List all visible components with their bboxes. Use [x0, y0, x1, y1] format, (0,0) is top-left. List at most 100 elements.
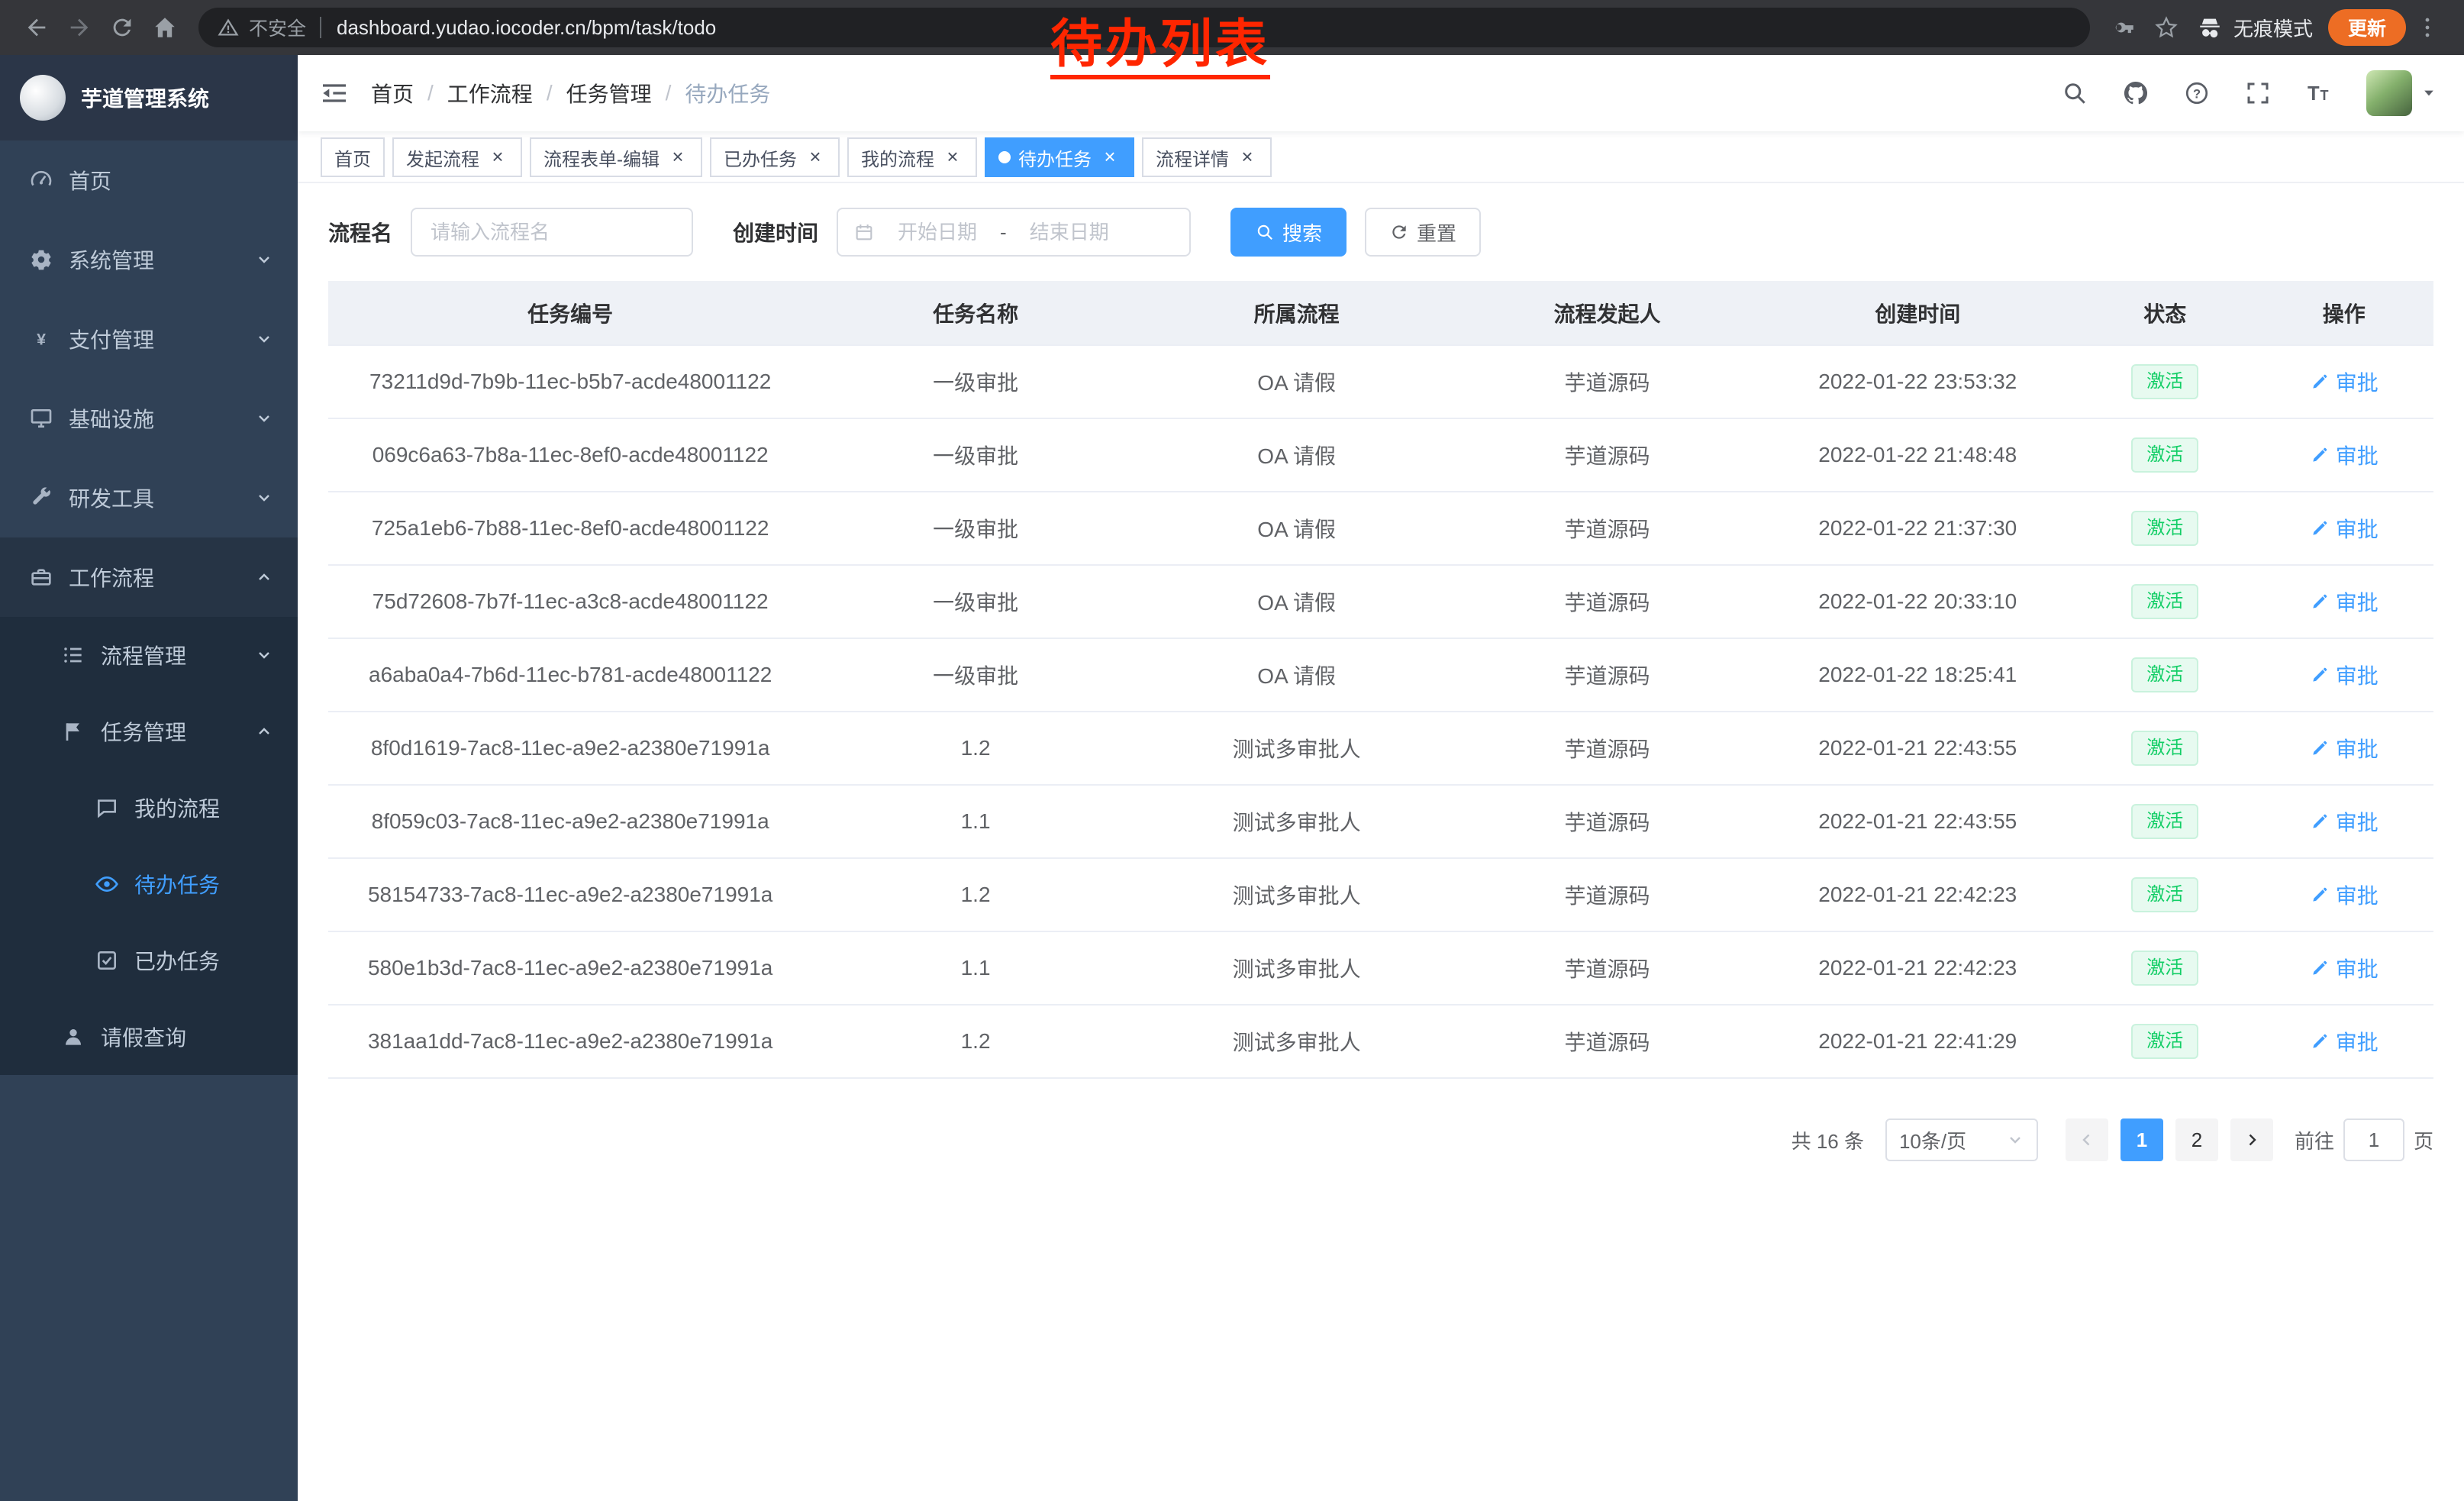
- approve-link-label: 审批: [2336, 880, 2379, 910]
- edit-icon: [2310, 445, 2330, 465]
- star-icon[interactable]: [2145, 6, 2188, 49]
- search-button-label: 搜索: [1282, 218, 1322, 247]
- tab-item[interactable]: 首页: [321, 137, 385, 177]
- sidebar-item-system[interactable]: 系统管理: [0, 220, 298, 299]
- sidebar-item-process-management[interactable]: 流程管理: [0, 617, 298, 693]
- fullscreen-icon[interactable]: [2244, 79, 2272, 107]
- approve-link-label: 审批: [2336, 660, 2379, 690]
- tab-close-icon[interactable]: ×: [667, 147, 689, 168]
- breadcrumb-separator: /: [427, 81, 434, 105]
- update-button[interactable]: 更新: [2328, 9, 2406, 46]
- approve-link[interactable]: 审批: [2310, 733, 2379, 763]
- approve-link[interactable]: 审批: [2310, 586, 2379, 617]
- font-size-icon[interactable]: TT: [2305, 79, 2333, 107]
- page-button-1[interactable]: 1: [2121, 1118, 2163, 1161]
- status-badge: 激活: [2131, 731, 2198, 766]
- approve-link[interactable]: 审批: [2310, 440, 2379, 470]
- reset-button[interactable]: 重置: [1365, 208, 1481, 257]
- approve-link[interactable]: 审批: [2310, 513, 2379, 544]
- cell-process: 测试多审批人: [1139, 1005, 1455, 1078]
- sidebar-item-devtools[interactable]: 研发工具: [0, 458, 298, 537]
- chevron-right-icon: [2243, 1131, 2261, 1149]
- sidebar-item-task-management[interactable]: 任务管理: [0, 693, 298, 770]
- table-row: a6aba0a4-7b6d-11ec-b781-acde48001122一级审批…: [328, 638, 2433, 712]
- cell-process: OA 请假: [1139, 418, 1455, 492]
- tab-item[interactable]: 我的流程×: [847, 137, 977, 177]
- approve-link[interactable]: 审批: [2310, 366, 2379, 397]
- active-tab-dot: [998, 151, 1011, 163]
- fold-sidebar-icon[interactable]: [319, 78, 350, 108]
- search-icon[interactable]: [2061, 79, 2088, 107]
- sidebar-item-label: 支付管理: [69, 324, 154, 354]
- tab-close-icon[interactable]: ×: [487, 147, 508, 168]
- search-button[interactable]: 搜索: [1230, 208, 1346, 257]
- tab-item[interactable]: 流程表单-编辑×: [530, 137, 702, 177]
- start-date-input[interactable]: [881, 221, 994, 244]
- sidebar-item-payment[interactable]: ¥支付管理: [0, 299, 298, 379]
- edit-icon: [2310, 812, 2330, 831]
- gear-icon: [29, 247, 53, 272]
- user-icon: [61, 1025, 85, 1049]
- tab-close-icon[interactable]: ×: [805, 147, 826, 168]
- process-name-input[interactable]: [411, 208, 693, 257]
- key-icon[interactable]: [2102, 6, 2145, 49]
- sidebar-item-label: 系统管理: [69, 244, 154, 275]
- refresh-icon[interactable]: [101, 6, 144, 49]
- date-range-picker[interactable]: -: [837, 208, 1191, 257]
- cell-task-id: 8f059c03-7ac8-11ec-a9e2-a2380e71991a: [328, 785, 812, 858]
- cell-created: 2022-01-22 20:33:10: [1759, 565, 2075, 638]
- tab-item[interactable]: 发起流程×: [392, 137, 522, 177]
- sidebar-item-label: 首页: [69, 165, 111, 195]
- sidebar-item-done-task[interactable]: 已办任务: [0, 922, 298, 999]
- sidebar-item-home[interactable]: 首页: [0, 140, 298, 220]
- sidebar-item-workflow[interactable]: 工作流程: [0, 537, 298, 617]
- breadcrumb-item[interactable]: 首页: [371, 78, 414, 108]
- sidebar-item-todo-task[interactable]: 待办任务: [0, 846, 298, 922]
- tab-close-icon[interactable]: ×: [942, 147, 963, 168]
- sidebar-item-label: 已办任务: [134, 945, 220, 976]
- sidebar-item-leave-query[interactable]: 请假查询: [0, 999, 298, 1075]
- goto-page-input[interactable]: [2343, 1118, 2404, 1161]
- tab-item[interactable]: 已办任务 ×: [710, 137, 840, 177]
- breadcrumb-separator: /: [666, 81, 672, 105]
- question-icon[interactable]: ?: [2183, 79, 2211, 107]
- annotation-overlay: 待办列表: [1050, 18, 1270, 79]
- sidebar-item-my-process[interactable]: 我的流程: [0, 770, 298, 846]
- chevron-up-icon: [255, 722, 273, 741]
- not-secure-label[interactable]: 不安全: [249, 14, 306, 41]
- chat-icon: [95, 796, 119, 820]
- goto-unit-label: 页: [2414, 1126, 2433, 1154]
- approve-link-label: 审批: [2336, 1026, 2379, 1057]
- approve-link[interactable]: 审批: [2310, 953, 2379, 983]
- tab-label: 已办任务: [724, 144, 797, 171]
- approve-link[interactable]: 审批: [2310, 880, 2379, 910]
- tab-item[interactable]: 流程详情×: [1142, 137, 1272, 177]
- cell-created: 2022-01-21 22:41:29: [1759, 1005, 2075, 1078]
- kebab-menu-icon[interactable]: [2406, 6, 2449, 49]
- approve-link[interactable]: 审批: [2310, 1026, 2379, 1057]
- page-size-select[interactable]: 10条/页: [1885, 1118, 2038, 1161]
- sidebar-item-label: 任务管理: [101, 716, 186, 747]
- forward-icon[interactable]: [58, 6, 101, 49]
- tab-item[interactable]: 待办任务×: [985, 137, 1134, 177]
- back-icon[interactable]: [15, 6, 58, 49]
- next-page-button[interactable]: [2230, 1118, 2273, 1161]
- sidebar-item-label: 工作流程: [69, 562, 154, 592]
- flag-icon: [61, 719, 85, 744]
- tab-close-icon[interactable]: ×: [1237, 147, 1258, 168]
- sidebar-item-infrastructure[interactable]: 基础设施: [0, 379, 298, 458]
- github-icon[interactable]: [2122, 79, 2150, 107]
- user-menu[interactable]: [2366, 70, 2437, 116]
- status-badge: 激活: [2131, 511, 2198, 546]
- avatar[interactable]: [2366, 70, 2412, 116]
- end-date-input[interactable]: [1013, 221, 1126, 244]
- cell-initiator: 芋道源码: [1455, 712, 1760, 785]
- page-button-2[interactable]: 2: [2175, 1118, 2218, 1161]
- breadcrumb-item[interactable]: 工作流程: [447, 78, 533, 108]
- prev-page-button[interactable]: [2066, 1118, 2108, 1161]
- tab-close-icon[interactable]: ×: [1099, 147, 1121, 168]
- breadcrumb-item[interactable]: 任务管理: [566, 78, 652, 108]
- approve-link[interactable]: 审批: [2310, 806, 2379, 837]
- approve-link[interactable]: 审批: [2310, 660, 2379, 690]
- home-icon[interactable]: [144, 6, 186, 49]
